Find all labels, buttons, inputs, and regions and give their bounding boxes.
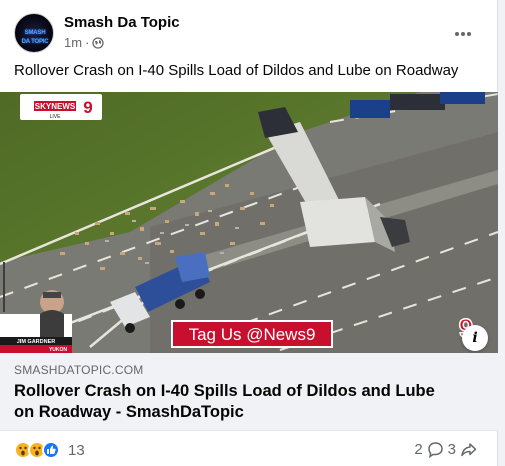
link-domain: SMASHDATOPIC.COM: [14, 363, 144, 377]
page-name[interactable]: Smash Da Topic: [64, 14, 180, 31]
comment-count[interactable]: 2: [414, 441, 422, 458]
info-icon[interactable]: i: [462, 325, 488, 351]
like-icon: [42, 441, 60, 459]
reporter-name: JIM GARDNER: [17, 339, 56, 345]
post-footer: 13 2 3: [14, 438, 483, 462]
post-meta: 1m ·: [64, 35, 105, 50]
share-count[interactable]: 3: [448, 441, 456, 458]
post-image[interactable]: SKYNEWS 9 LIVE JIM GARDNER YUKON Tag Us …: [0, 92, 498, 353]
share-icon[interactable]: [460, 441, 477, 458]
timestamp[interactable]: 1m: [64, 35, 82, 50]
station-logo: SKYNEWS: [35, 102, 76, 111]
avatar[interactable]: SMASH DA TOPIC: [14, 13, 54, 53]
reaction-count[interactable]: 13: [68, 442, 85, 459]
more-options-icon[interactable]: [455, 23, 477, 37]
meta-separator: ·: [85, 35, 90, 50]
post-card: SMASH DA TOPIC Smash Da Topic 1m · Rollo…: [0, 0, 498, 466]
post-text: Rollover Crash on I-40 Spills Load of Di…: [14, 62, 459, 79]
aerial-crash-scene: SKYNEWS 9 LIVE JIM GARDNER YUKON Tag Us …: [0, 92, 498, 353]
engagement-stats: 2 3: [414, 441, 477, 458]
station-logo-number: 9: [83, 98, 92, 117]
link-title[interactable]: Rollover Crash on I-40 Spills Load of Di…: [14, 381, 454, 423]
globe-icon: [92, 36, 105, 49]
reaction-summary[interactable]: 13: [14, 441, 85, 459]
post-header: SMASH DA TOPIC Smash Da Topic 1m ·: [14, 11, 483, 55]
station-sub: LIVE: [50, 114, 62, 120]
link-preview[interactable]: SMASHDATOPIC.COM Rollover Crash on I-40 …: [0, 353, 498, 431]
avatar-logo: SMASH DA TOPIC: [21, 30, 49, 45]
banner-text: Tag Us @News9: [189, 325, 316, 344]
comment-icon[interactable]: [427, 441, 444, 458]
